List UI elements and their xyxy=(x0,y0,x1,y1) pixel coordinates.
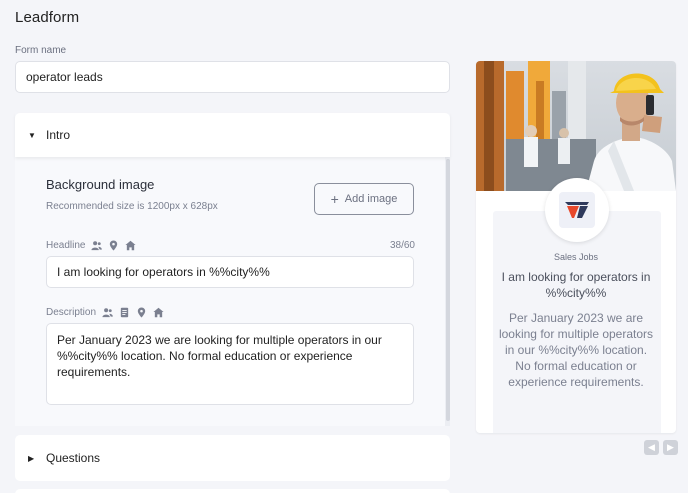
arrow-right-icon[interactable]: ▶ xyxy=(663,440,678,455)
home-icon[interactable] xyxy=(125,240,137,251)
home-icon[interactable] xyxy=(153,307,164,318)
users-icon[interactable] xyxy=(91,240,103,251)
add-image-label: Add image xyxy=(344,193,398,205)
page-title: Leadform xyxy=(15,9,80,26)
form-name-label: Form name xyxy=(15,45,67,56)
plus-icon: + xyxy=(330,191,339,207)
intro-section: ▼ Intro Background image Recommended siz… xyxy=(15,113,450,426)
next-section-edge xyxy=(15,489,450,493)
headline-char-counter: 38/60 xyxy=(389,240,415,251)
arrow-left-icon[interactable]: ◀ xyxy=(644,440,659,455)
caret-right-icon: ▶ xyxy=(28,453,35,463)
intro-section-title: Intro xyxy=(46,128,71,142)
headline-input[interactable]: I am looking for operators in %%city%% xyxy=(46,256,414,288)
users-icon[interactable] xyxy=(102,307,113,318)
logo-mark-icon xyxy=(559,192,595,228)
location-pin-icon[interactable] xyxy=(136,307,147,318)
preview-headline: I am looking for operators in %%city%% xyxy=(501,270,651,300)
document-icon[interactable] xyxy=(119,307,130,318)
headline-label: Headline xyxy=(46,240,86,251)
description-textarea[interactable]: Per January 2023 we are looking for mult… xyxy=(46,323,414,405)
background-image-title: Background image xyxy=(46,177,155,192)
headline-label-row: Headline xyxy=(46,240,137,251)
intro-section-body: Background image Recommended size is 120… xyxy=(15,157,450,426)
location-pin-icon[interactable] xyxy=(108,240,119,251)
form-name-input[interactable]: operator leads xyxy=(15,61,450,93)
preview-description: Per January 2023 we are looking for mult… xyxy=(498,311,654,389)
preview-company-name: Sales Jobs xyxy=(553,252,599,262)
questions-section-header[interactable]: ▶ Questions xyxy=(15,435,450,481)
questions-section: ▶ Questions xyxy=(15,435,450,481)
leadform-preview-card: Sales Jobs I am looking for operators in… xyxy=(476,61,676,433)
description-label-row: Description xyxy=(46,307,164,318)
intro-scrollbar-thumb[interactable] xyxy=(446,159,450,421)
intro-section-header[interactable]: ▼ Intro xyxy=(15,113,450,157)
questions-section-title: Questions xyxy=(46,451,101,465)
add-image-button[interactable]: + Add image xyxy=(314,183,414,215)
company-logo xyxy=(545,178,609,242)
background-image-hint: Recommended size is 1200px x 628px xyxy=(46,201,218,212)
hero-photo xyxy=(476,61,676,191)
description-label: Description xyxy=(46,307,97,318)
caret-down-icon: ▼ xyxy=(28,130,36,140)
